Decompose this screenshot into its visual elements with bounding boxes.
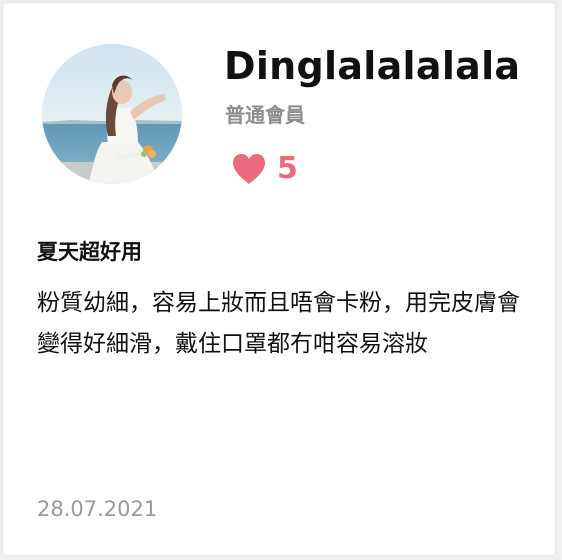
like-button[interactable]: 5	[231, 149, 298, 189]
avatar[interactable]	[42, 44, 182, 184]
review-card: Dinglalalalala 普通會員 5 夏天超好用 粉質幼細，容易上妝而且唔…	[3, 3, 555, 555]
username[interactable]: Dinglalalalala	[224, 43, 520, 89]
avatar-photo	[42, 44, 182, 184]
like-count: 5	[277, 151, 298, 186]
member-level-badge: 普通會員	[225, 103, 305, 127]
review-body: 粉質幼細，容易上妝而且唔會卡粉，用完皮膚會變得好細滑，戴住口罩都冇咁容易溶妝	[37, 290, 520, 357]
review-title: 夏天超好用	[37, 240, 142, 264]
review-date: 28.07.2021	[37, 497, 158, 521]
heart-icon	[233, 154, 265, 184]
